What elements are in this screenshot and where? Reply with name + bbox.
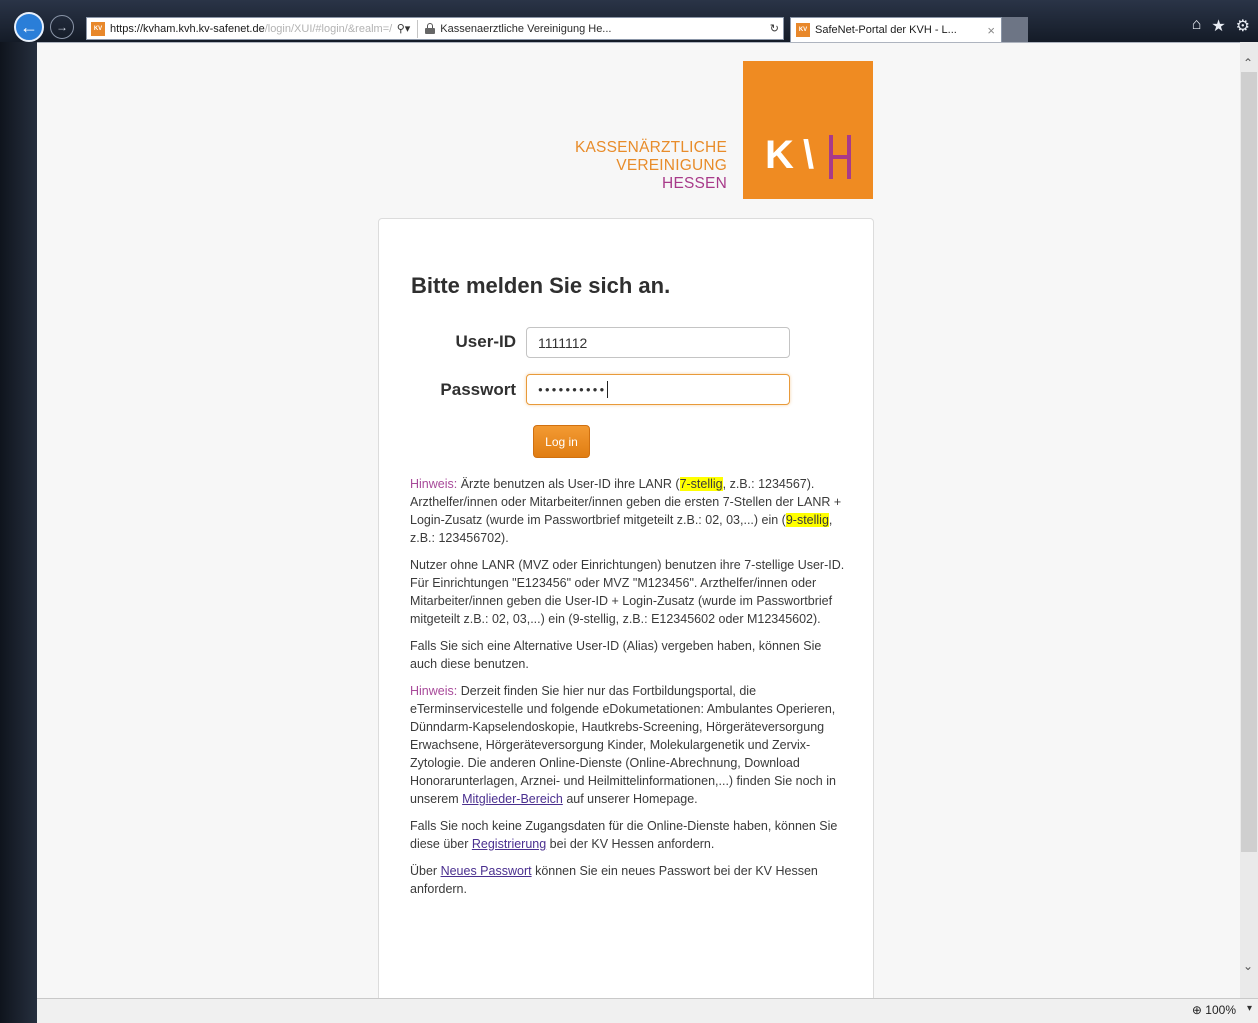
url-host: https://kvham.kvh.kv-safenet.de xyxy=(110,22,265,35)
info-paragraph-4: Hinweis: Derzeit finden Sie hier nur das… xyxy=(410,682,850,808)
info-text-segment: Derzeit finden Sie hier nur das Fortbild… xyxy=(410,684,836,806)
info-paragraph-5: Falls Sie noch keine Zugangsdaten für di… xyxy=(410,817,850,853)
home-icon[interactable]: ⌂ xyxy=(1192,16,1202,36)
browser-tab-active[interactable]: KV SafeNet-Portal der KVH - L... × xyxy=(790,17,1002,42)
forward-arrow-icon[interactable]: → xyxy=(50,15,74,39)
address-bar[interactable]: KV https://kvham.kvh.kv-safenet.de /logi… xyxy=(86,17,784,40)
password-label: Passwort xyxy=(440,380,516,399)
neues-passwort-link[interactable]: Neues Passwort xyxy=(441,864,532,878)
info-paragraph-6: Über Neues Passwort können Sie ein neues… xyxy=(410,862,850,898)
highlight-7-stellig: 7-stellig xyxy=(679,477,723,491)
info-paragraph-2: Nutzer ohne LANR (MVZ oder Einrichtungen… xyxy=(410,558,845,626)
info-text-segment: Über xyxy=(410,864,441,878)
login-card: Bitte melden Sie sich an. User-ID Passwo… xyxy=(378,218,874,998)
text-caret xyxy=(607,381,609,398)
new-tab-button[interactable] xyxy=(1002,17,1028,42)
info-paragraph-3: Falls Sie sich eine Alternative User-ID … xyxy=(410,639,822,671)
logo-h-right xyxy=(847,135,851,179)
star-icon[interactable]: ★ xyxy=(1211,16,1225,36)
tab-close-icon[interactable]: × xyxy=(981,23,1001,38)
background-strip xyxy=(0,42,37,1023)
refresh-icon[interactable]: ↻ xyxy=(766,22,783,35)
search-icon[interactable]: ⚲▾ xyxy=(393,22,415,35)
back-arrow-icon[interactable]: ← xyxy=(14,12,44,42)
scroll-down-icon[interactable]: ⌄ xyxy=(1243,959,1253,973)
page-viewport: KASSENÄRZTLICHE VEREINIGUNG HESSEN K \ B… xyxy=(37,42,1240,998)
info-text-segment: auf unserer Homepage. xyxy=(562,792,698,806)
tab-title: SafeNet-Portal der KVH - L... xyxy=(815,24,957,36)
url-path: /login/XUI/#login/&realm=/KVH&forw xyxy=(264,22,393,35)
kvh-logo: KASSENÄRZTLICHE VEREINIGUNG HESSEN K \ xyxy=(567,61,873,199)
gear-icon[interactable]: ⚙ xyxy=(1236,16,1250,36)
info-text: Hinweis: Ärzte benutzen als User-ID ihre… xyxy=(410,475,850,907)
browser-chrome: ← → KV https://kvham.kvh.kv-safenet.de /… xyxy=(0,0,1258,42)
userid-label: User-ID xyxy=(455,332,516,351)
address-divider xyxy=(417,19,419,38)
certificate-label[interactable]: Kassenaerztliche Vereinigung He... xyxy=(440,23,766,35)
lock-icon[interactable] xyxy=(425,23,436,34)
zoom-value: 100% xyxy=(1205,1003,1236,1017)
password-mask: ●●●●●●●●●● xyxy=(538,385,607,394)
hint-label: Hinweis: xyxy=(410,684,458,698)
vertical-scrollbar[interactable]: ⌃ ⌄ xyxy=(1240,42,1258,998)
logo-line-2: VEREINIGUNG xyxy=(616,157,727,174)
scroll-up-icon[interactable]: ⌃ xyxy=(1243,56,1253,70)
password-input[interactable]: ●●●●●●●●●● xyxy=(526,374,790,405)
zoom-dropdown-icon[interactable]: ▾ xyxy=(1247,1003,1252,1014)
tab-favicon-icon: KV xyxy=(796,23,810,37)
zoom-icon: ⊕ xyxy=(1191,1003,1202,1017)
status-bar: ⊕ 100% ▾ xyxy=(37,998,1258,1023)
highlight-9-stellig: 9-stellig xyxy=(785,513,829,527)
logo-line-1: KASSENÄRZTLICHE xyxy=(574,139,727,156)
logo-letter-k: K xyxy=(765,133,794,177)
info-paragraph-1: Hinweis: Ärzte benutzen als User-ID ihre… xyxy=(410,475,850,547)
logo-wordmark: KASSENÄRZTLICHE VEREINIGUNG HESSEN xyxy=(567,139,727,193)
page-title: Bitte melden Sie sich an. xyxy=(411,273,671,298)
userid-input[interactable] xyxy=(526,327,790,358)
hint-label: Hinweis: xyxy=(410,477,458,491)
registrierung-link[interactable]: Registrierung xyxy=(472,837,546,851)
zoom-level[interactable]: ⊕ 100% xyxy=(1192,1003,1236,1017)
logo-mark: K \ xyxy=(743,61,873,199)
info-text-segment: bei der KV Hessen anfordern. xyxy=(546,837,715,851)
mitglieder-bereich-link[interactable]: Mitglieder-Bereich xyxy=(462,792,563,806)
logo-line-3: HESSEN xyxy=(662,175,727,192)
info-text-segment: Ärzte benutzen als User-ID ihre LANR ( xyxy=(457,477,680,491)
login-button[interactable]: Log in xyxy=(533,425,590,458)
scrollbar-thumb[interactable] xyxy=(1241,72,1257,852)
site-favicon-icon: KV xyxy=(91,21,105,36)
logo-slash: \ xyxy=(803,133,815,177)
toolbar-icons: ⌂ ★ ⚙ xyxy=(1192,16,1250,36)
